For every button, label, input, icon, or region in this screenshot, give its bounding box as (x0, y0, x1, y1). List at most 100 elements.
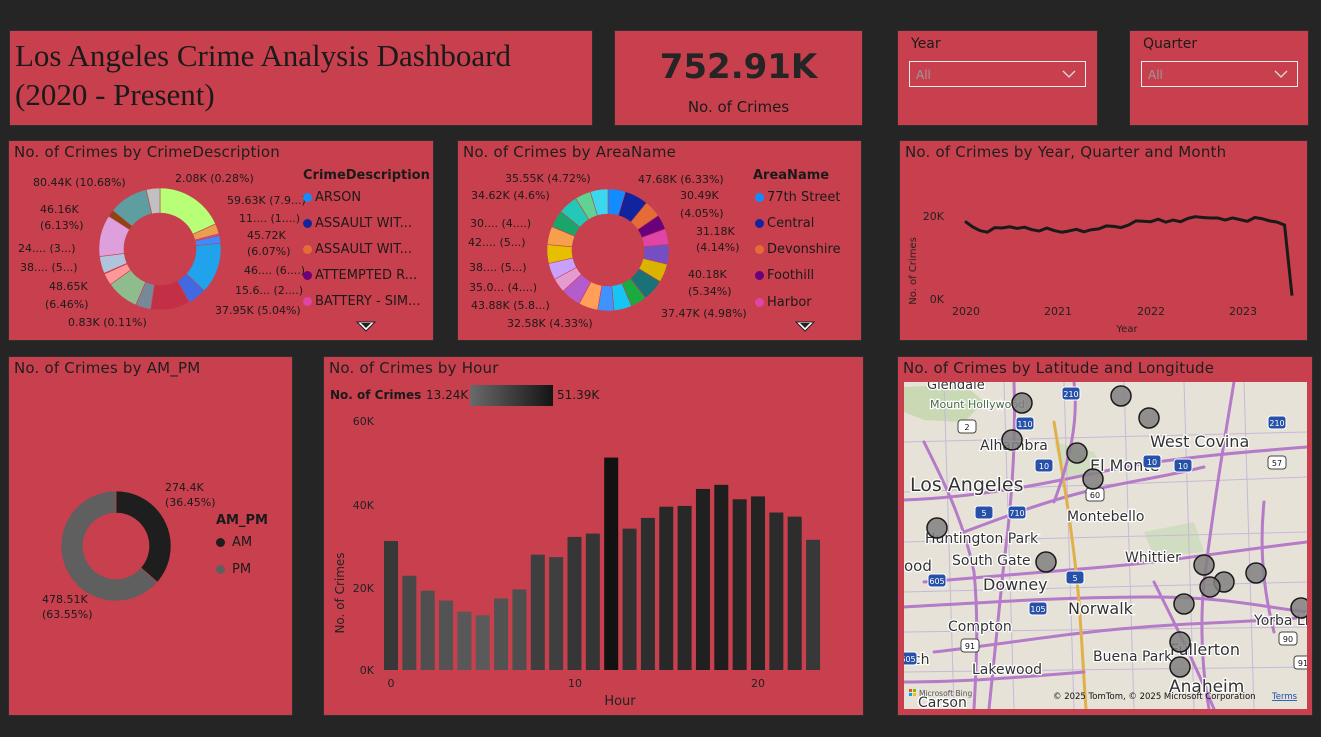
hour-bar[interactable] (622, 528, 637, 670)
y-tick-0k: 0K (930, 293, 945, 306)
hour-bar[interactable] (677, 505, 692, 670)
hour-bar[interactable] (787, 516, 802, 670)
ampm-panel[interactable]: No. of Crimes by AM_PM 274.4K (36.45%) 4… (8, 356, 293, 716)
legend-scroll-down-icon[interactable] (356, 321, 376, 333)
map-bubble[interactable] (1199, 576, 1221, 598)
map-bubble[interactable] (1082, 468, 1104, 490)
trend-panel[interactable]: No. of Crimes by Year, Quarter and Month… (899, 140, 1308, 341)
ampm-slice[interactable] (115, 490, 172, 583)
crime-location-map[interactable]: Glendale Mount Hollywood Alhambra West C… (904, 382, 1307, 709)
map-bubble[interactable] (1193, 554, 1215, 576)
hour-bar[interactable] (659, 506, 674, 670)
place-label: Lakewood (972, 662, 1042, 678)
hour-bar[interactable] (494, 598, 509, 670)
map-bubble[interactable] (1001, 429, 1023, 451)
ampm-title: No. of Crimes by AM_PM (14, 359, 201, 377)
map-bubble[interactable] (1011, 392, 1033, 414)
map-bubble[interactable] (1169, 631, 1191, 653)
kpi-card[interactable]: 752.91K No. of Crimes (614, 30, 863, 126)
legend-item-pm[interactable]: PM (216, 562, 251, 577)
year-dropdown-value: All (916, 68, 931, 82)
area-name-donut[interactable] (543, 185, 673, 315)
crime-description-slice[interactable] (159, 187, 217, 235)
quarter-dropdown[interactable]: All (1141, 61, 1298, 87)
legend-item-arson[interactable]: ARSON (303, 190, 361, 205)
legend-item-battery[interactable]: BATTERY - SIM... (303, 294, 420, 309)
map-panel[interactable]: No. of Crimes by Latitude and Longitude (897, 356, 1313, 716)
legend-item-77th-street[interactable]: 77th Street (755, 190, 841, 205)
hour-bar[interactable] (475, 615, 490, 670)
legend-item-am[interactable]: AM (216, 535, 252, 550)
crime-description-panel[interactable]: No. of Crimes by CrimeDescription 80.44K… (8, 140, 434, 341)
x-tick-2022: 2022 (1137, 305, 1165, 318)
data-label: 45.72K (247, 229, 286, 242)
data-label: 40.18K (688, 268, 727, 281)
map-bubble[interactable] (1138, 407, 1160, 429)
am-value: 274.4K (165, 481, 204, 494)
map-bubble[interactable] (1173, 593, 1195, 615)
y-tick-0k: 0K (360, 664, 375, 677)
legend-item-devonshire[interactable]: Devonshire (755, 242, 841, 257)
data-label: 30.... (4....) (470, 217, 532, 230)
y-axis-label: No. of Crimes (333, 552, 347, 633)
hour-bar[interactable] (402, 575, 417, 670)
legend-title: AM_PM (216, 513, 268, 528)
hour-panel[interactable]: No. of Crimes by Hour No. of Crimes 13.2… (323, 356, 864, 716)
hour-bar[interactable] (732, 499, 747, 670)
map-bubble[interactable] (1245, 562, 1267, 584)
data-label: 2.08K (0.28%) (175, 172, 254, 185)
legend-item-central[interactable]: Central (755, 216, 814, 231)
map-bubble[interactable] (1066, 442, 1088, 464)
data-label: 30.49K (680, 189, 719, 202)
area-name-panel[interactable]: No. of Crimes by AreaName 35.55K (4.72%)… (457, 140, 862, 341)
highway-shield-label: 10 (1039, 462, 1049, 471)
map-bubble[interactable] (926, 517, 948, 539)
hour-bar[interactable] (384, 541, 398, 670)
am-data-label: 274.4K (36.45%) (165, 480, 216, 510)
legend-item-assault-1[interactable]: ASSAULT WIT... (303, 216, 412, 231)
legend-dot (755, 193, 764, 202)
map-bubble[interactable] (1290, 597, 1307, 619)
legend-item-foothill[interactable]: Foothill (755, 268, 814, 283)
quarter-slicer-title: Quarter (1143, 36, 1198, 52)
legend-item-assault-2[interactable]: ASSAULT WIT... (303, 242, 412, 257)
highway-shield-label: 91 (1298, 659, 1307, 668)
legend-label: AM (232, 535, 253, 550)
pm-data-label: 478.51K (63.55%) (42, 592, 93, 622)
crime-description-donut[interactable] (95, 184, 225, 314)
hour-bar-chart[interactable]: No. of Crimes 60K 40K 20K 0K 0 10 20 Hou… (324, 357, 863, 715)
ampm-donut[interactable] (59, 489, 173, 603)
hour-bar[interactable] (567, 536, 582, 670)
hour-bar[interactable] (549, 557, 564, 670)
data-label: (4.05%) (680, 207, 724, 220)
hour-bar[interactable] (439, 600, 454, 670)
hour-bar[interactable] (457, 611, 472, 670)
hour-bar[interactable] (530, 554, 545, 670)
data-label: 42.... (5...) (468, 236, 526, 249)
map-bubble[interactable] (1035, 551, 1057, 573)
map-bubble[interactable] (1169, 656, 1191, 678)
hour-bar[interactable] (640, 517, 655, 670)
hour-bar[interactable] (769, 512, 784, 670)
hour-bar[interactable] (585, 533, 600, 670)
legend-item-attempted[interactable]: ATTEMPTED R... (303, 268, 417, 283)
hour-bar[interactable] (604, 457, 619, 670)
dashboard-title-line1: Los Angeles Crime Analysis Dashboard (15, 38, 511, 73)
legend-scroll-down-icon[interactable] (795, 321, 815, 333)
trend-line-chart[interactable]: No. of Crimes 20K 0K 2020 2021 2022 2023… (900, 141, 1307, 340)
year-dropdown[interactable]: All (909, 61, 1086, 87)
data-label: (6.46%) (45, 298, 89, 311)
map-bubble[interactable] (1110, 385, 1132, 407)
hour-bar[interactable] (806, 539, 821, 670)
hour-bar[interactable] (714, 484, 729, 670)
hour-bar[interactable] (420, 590, 435, 670)
place-label: Downey (983, 575, 1048, 594)
data-label: 80.44K (10.68%) (33, 176, 126, 189)
hour-bar[interactable] (695, 488, 710, 670)
legend-item-harbor[interactable]: Harbor (755, 295, 812, 310)
hour-bar[interactable] (751, 496, 765, 670)
place-label: Compton (948, 619, 1012, 635)
y-tick-20k: 20K (353, 582, 375, 595)
hour-bar[interactable] (512, 589, 527, 670)
quarter-slicer: Quarter All (1129, 30, 1309, 126)
